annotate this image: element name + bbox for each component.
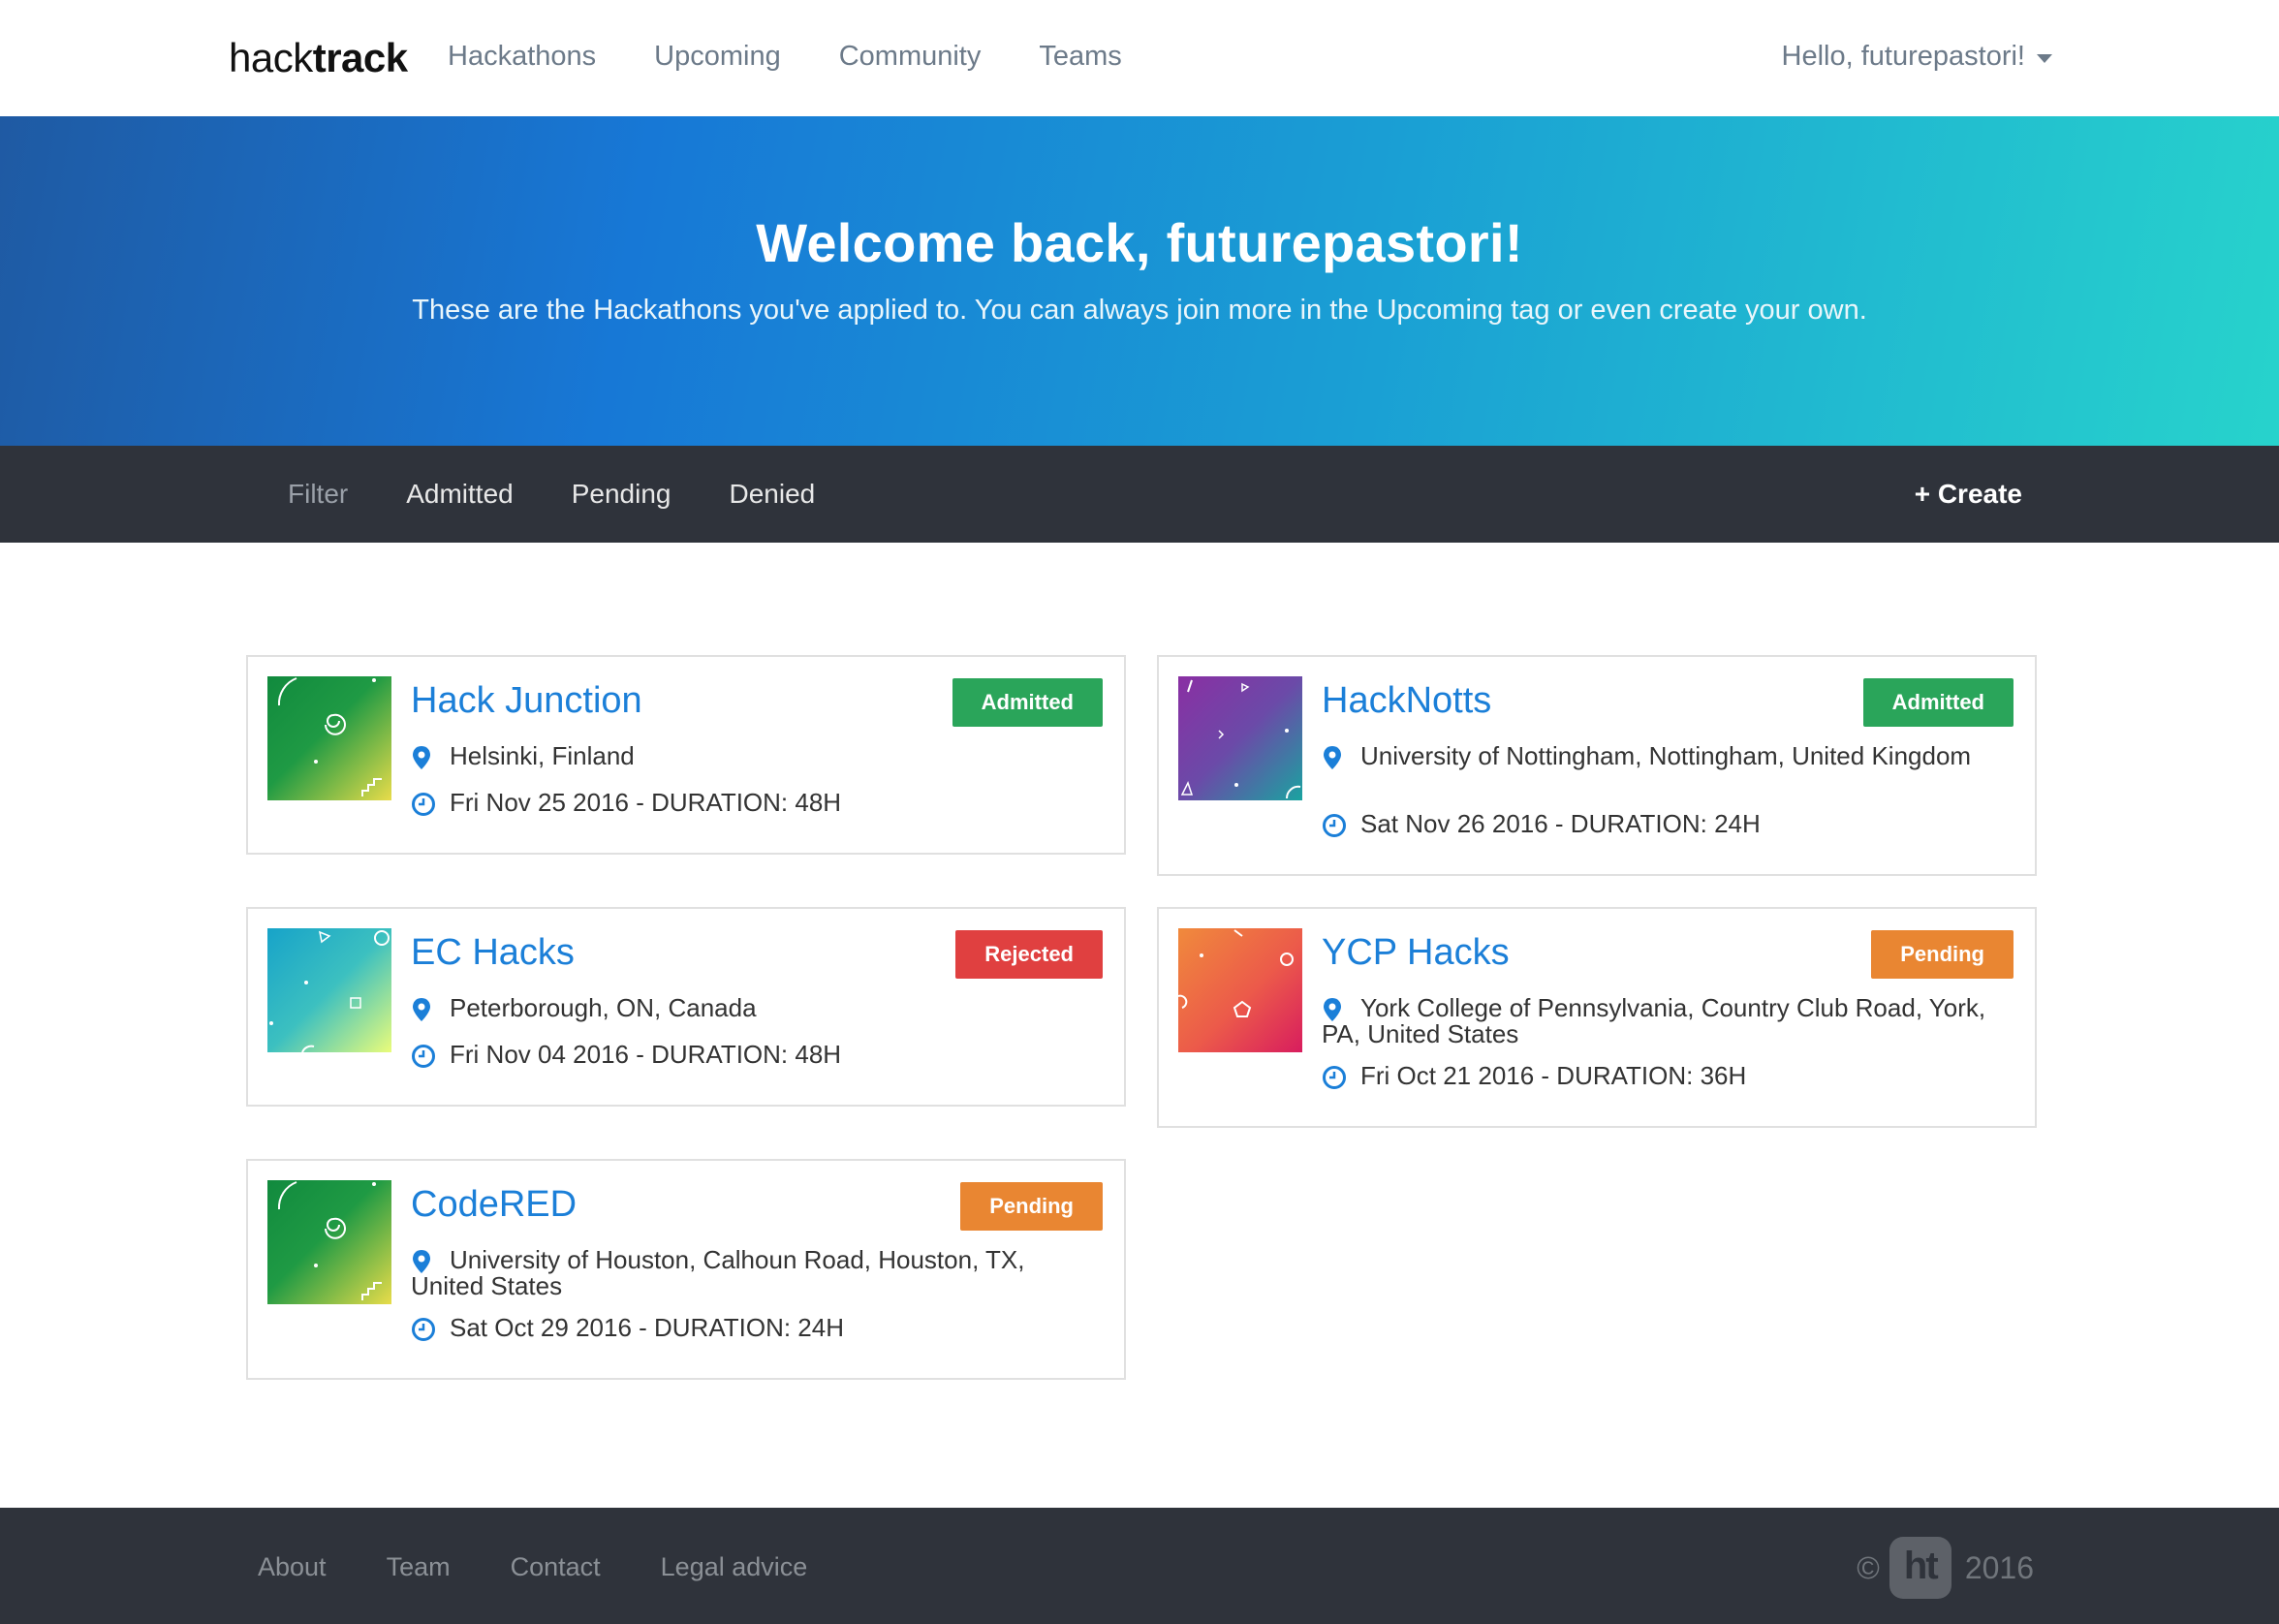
clock-icon bbox=[411, 792, 436, 817]
filter-admitted[interactable]: Admitted bbox=[406, 479, 514, 510]
user-menu[interactable]: Hello, futurepastori! bbox=[1782, 41, 2052, 73]
hackathon-date: Sat Oct 29 2016 - DURATION: 24H bbox=[450, 1313, 844, 1342]
footer-link-legal[interactable]: Legal advice bbox=[661, 1552, 808, 1582]
hackathon-card[interactable]: Hack Junction Admitted Helsinki, Finland… bbox=[246, 655, 1126, 855]
filter-bar: Filter Admitted Pending Denied + Create bbox=[0, 446, 2279, 543]
clock-icon bbox=[1322, 813, 1347, 838]
hackathon-date: Fri Nov 04 2016 - DURATION: 48H bbox=[450, 1040, 842, 1069]
hackathon-location: University of Houston, Calhoun Road, Hou… bbox=[411, 1245, 1025, 1301]
nav-hackathons[interactable]: Hackathons bbox=[448, 41, 596, 73]
nav-upcoming[interactable]: Upcoming bbox=[654, 41, 781, 73]
hackathon-card[interactable]: CodeRED Pending University of Houston, C… bbox=[246, 1159, 1126, 1380]
hackathon-card[interactable]: HackNotts Admitted University of Notting… bbox=[1157, 655, 2037, 876]
hackathon-card[interactable]: YCP Hacks Pending York College of Pennsy… bbox=[1157, 907, 2037, 1128]
status-badge: Rejected bbox=[955, 930, 1103, 979]
copyright: © ht 2016 bbox=[1857, 1537, 2034, 1599]
hackathon-location: Peterborough, ON, Canada bbox=[450, 993, 757, 1022]
hackathon-title[interactable]: HackNotts bbox=[1322, 680, 1491, 722]
map-pin-icon bbox=[1322, 745, 1347, 770]
map-pin-icon bbox=[411, 997, 436, 1022]
filter-pending[interactable]: Pending bbox=[572, 479, 671, 510]
clock-icon bbox=[411, 1317, 436, 1342]
hackathon-card[interactable]: EC Hacks Rejected Peterborough, ON, Cana… bbox=[246, 907, 1126, 1107]
footer-link-about[interactable]: About bbox=[258, 1552, 327, 1582]
hackathon-title[interactable]: YCP Hacks bbox=[1322, 932, 1510, 974]
hackathon-location: Helsinki, Finland bbox=[450, 741, 635, 770]
status-badge: Pending bbox=[960, 1182, 1103, 1231]
date-line: Sat Oct 29 2016 - DURATION: 24H bbox=[411, 1313, 1089, 1342]
hackathon-thumbnail bbox=[267, 676, 391, 800]
footer-link-team[interactable]: Team bbox=[387, 1552, 451, 1582]
brand-logo[interactable]: hacktrack bbox=[229, 35, 408, 81]
create-button[interactable]: + Create bbox=[1915, 479, 2022, 510]
hackathon-location: University of Nottingham, Nottingham, Un… bbox=[1360, 741, 1972, 770]
create-label: Create bbox=[1937, 479, 2022, 509]
hackathon-thumbnail bbox=[267, 928, 391, 1052]
hackathon-title[interactable]: EC Hacks bbox=[411, 932, 575, 974]
hackathon-thumbnail bbox=[267, 1180, 391, 1304]
page-title: Welcome back, futurepastori! bbox=[756, 212, 1523, 273]
copyright-year: 2016 bbox=[1964, 1549, 2034, 1585]
welcome-hero: Welcome back, futurepastori! These are t… bbox=[0, 116, 2279, 446]
hero-subtitle: These are the Hackathons you've applied … bbox=[412, 295, 1867, 326]
location-line: University of Nottingham, Nottingham, Un… bbox=[1322, 741, 2000, 770]
copyright-symbol: © bbox=[1857, 1549, 1880, 1585]
footer-link-contact[interactable]: Contact bbox=[511, 1552, 601, 1582]
hackathon-location: York College of Pennsylvania, Country Cl… bbox=[1322, 993, 1986, 1049]
hackathon-date: Sat Nov 26 2016 - DURATION: 24H bbox=[1360, 809, 1761, 838]
footer-logo: ht bbox=[1889, 1537, 1951, 1599]
status-badge: Pending bbox=[1871, 930, 2014, 979]
date-line: Sat Nov 26 2016 - DURATION: 24H bbox=[1322, 809, 2000, 838]
chevron-down-icon bbox=[2037, 54, 2052, 63]
location-line: Peterborough, ON, Canada bbox=[411, 993, 1089, 1022]
hackathon-date: Fri Nov 25 2016 - DURATION: 48H bbox=[450, 788, 842, 817]
filter-label: Filter bbox=[288, 479, 349, 509]
status-badge: Admitted bbox=[1862, 678, 2014, 727]
location-line: University of Houston, Calhoun Road, Hou… bbox=[411, 1245, 1089, 1301]
hackathon-date: Fri Oct 21 2016 - DURATION: 36H bbox=[1360, 1061, 1747, 1090]
user-greeting: Hello, futurepastori! bbox=[1781, 41, 2025, 72]
filter-denied[interactable]: Denied bbox=[730, 479, 816, 510]
clock-icon bbox=[411, 1044, 436, 1069]
date-line: Fri Nov 04 2016 - DURATION: 48H bbox=[411, 1040, 1089, 1069]
clock-icon bbox=[1322, 1065, 1347, 1090]
plus-icon: + bbox=[1914, 479, 1931, 509]
location-line: York College of Pennsylvania, Country Cl… bbox=[1322, 993, 2000, 1049]
footer: About Team Contact Legal advice © ht 201… bbox=[0, 1508, 2279, 1624]
location-line: Helsinki, Finland bbox=[411, 741, 1089, 770]
status-badge: Admitted bbox=[952, 678, 1103, 727]
date-line: Fri Nov 25 2016 - DURATION: 48H bbox=[411, 788, 1089, 817]
hackathon-title[interactable]: CodeRED bbox=[411, 1184, 577, 1226]
hackathon-thumbnail bbox=[1178, 676, 1302, 800]
nav-teams[interactable]: Teams bbox=[1039, 41, 1121, 73]
date-line: Fri Oct 21 2016 - DURATION: 36H bbox=[1322, 1061, 2000, 1090]
hackathon-title[interactable]: Hack Junction bbox=[411, 680, 642, 722]
main-nav: Hackathons Upcoming Community Teams bbox=[448, 41, 1180, 73]
top-navbar: hacktrack Hackathons Upcoming Community … bbox=[0, 0, 2279, 116]
map-pin-icon bbox=[411, 745, 436, 770]
nav-community[interactable]: Community bbox=[839, 41, 982, 73]
hackathon-thumbnail bbox=[1178, 928, 1302, 1052]
